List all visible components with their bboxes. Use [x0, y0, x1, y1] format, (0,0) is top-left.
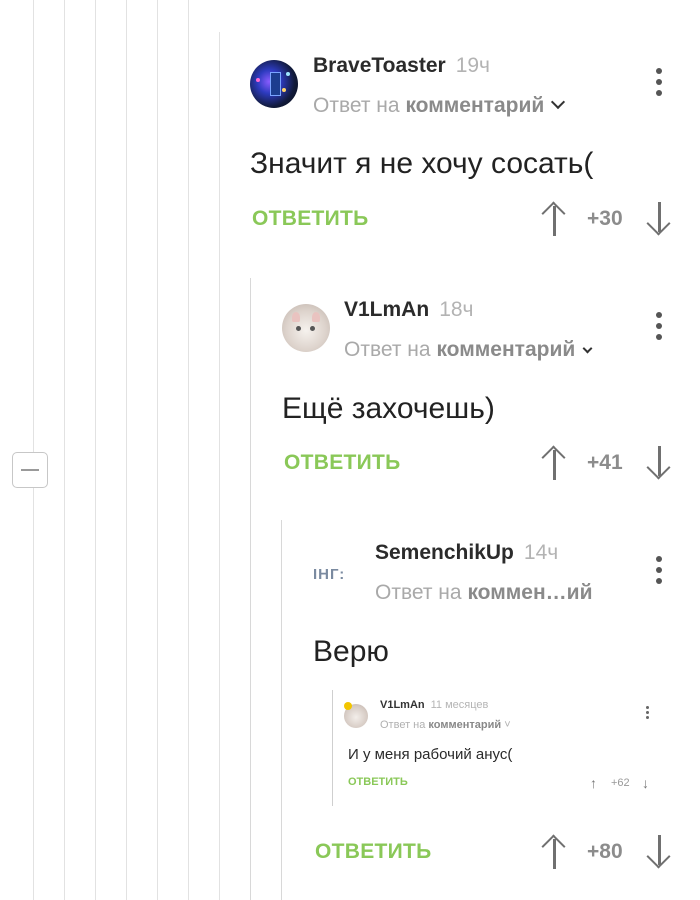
thread-line — [332, 690, 333, 806]
comment-score: +62 — [611, 777, 630, 789]
username: V1LmAn — [380, 699, 425, 711]
more-options-icon[interactable] — [655, 66, 663, 100]
reply-to-link[interactable]: Ответ на комментарий — [313, 94, 566, 118]
reply-to-link[interactable]: Ответ на коммен…ий — [375, 581, 592, 605]
comment-score: +30 — [587, 207, 623, 230]
thread-line — [281, 520, 282, 900]
chevron-down-icon[interactable] — [582, 343, 593, 354]
embedded-comment-screenshot: V1LmAn 11 месяцев Ответ на комментарий ˅ … — [332, 688, 672, 808]
comment-author[interactable]: SemenchikUp 14ч — [375, 541, 558, 565]
upvote-arrow-icon[interactable] — [542, 202, 566, 236]
upvote-arrow-icon[interactable] — [542, 835, 566, 869]
username[interactable]: SemenchikUp — [375, 541, 514, 564]
reply-to-link[interactable]: Ответ на комментарий — [344, 338, 593, 362]
comment-time: 18ч — [439, 298, 474, 321]
chevron-down-icon[interactable] — [551, 94, 566, 110]
reply-prefix: Ответ на — [375, 581, 462, 604]
comment-text: И у меня рабочий анус( — [348, 746, 513, 763]
thread-line — [250, 278, 251, 900]
thread-line — [188, 0, 189, 900]
username[interactable]: V1LmAn — [344, 298, 429, 321]
reply-target[interactable]: коммен…ий — [467, 581, 592, 604]
reply-prefix: Ответ на — [313, 94, 400, 117]
downvote-arrow-icon: ↓ — [642, 775, 649, 791]
collapse-thread-button[interactable] — [12, 452, 48, 488]
comment-time: 14ч — [523, 541, 559, 564]
reply-button[interactable]: ОТВЕТИТЬ — [252, 207, 369, 231]
reply-target[interactable]: комментарий — [436, 338, 575, 361]
tardis-avatar[interactable] — [250, 60, 298, 108]
comment-time: 19ч — [455, 54, 490, 77]
reply-to-link: Ответ на комментарий ˅ — [380, 719, 511, 731]
comment-text: Ещё захочешь) — [282, 392, 495, 425]
downvote-arrow-icon[interactable] — [647, 446, 671, 480]
embedded-author: V1LmAn 11 месяцев — [380, 699, 488, 711]
downvote-arrow-icon[interactable] — [647, 835, 671, 869]
more-options-icon — [646, 706, 650, 722]
reply-target: комментарий — [428, 719, 502, 731]
comment-text: Верю — [313, 635, 389, 668]
thread-line — [219, 32, 220, 900]
thread-line — [126, 0, 127, 900]
reply-prefix: Ответ на — [344, 338, 431, 361]
downvote-arrow-icon[interactable] — [647, 202, 671, 236]
username[interactable]: BraveToaster — [313, 54, 446, 77]
avatar[interactable]: ІНГ: — [313, 566, 369, 588]
comment-score: +41 — [587, 451, 623, 474]
thread-line — [95, 0, 96, 900]
reply-target[interactable]: комментарий — [405, 94, 544, 117]
reply-prefix: Ответ на — [380, 719, 426, 731]
reply-button[interactable]: ОТВЕТИТЬ — [315, 840, 432, 864]
comment-author[interactable]: V1LmAn 18ч — [344, 298, 474, 322]
comment-time: 11 месяцев — [430, 699, 489, 711]
more-options-icon[interactable] — [655, 310, 663, 344]
badge-icon — [344, 702, 352, 710]
more-options-icon[interactable] — [655, 554, 663, 588]
thread-line — [33, 0, 34, 900]
chevron-down-icon: ˅ — [504, 719, 511, 731]
upvote-arrow-icon: ↑ — [590, 775, 597, 791]
thread-line — [157, 0, 158, 900]
reply-button: ОТВЕТИТЬ — [348, 776, 408, 788]
thread-line — [64, 0, 65, 900]
upvote-arrow-icon[interactable] — [542, 446, 566, 480]
comment-author[interactable]: BraveToaster 19ч — [313, 54, 490, 78]
cat-avatar[interactable] — [282, 304, 330, 352]
reply-button[interactable]: ОТВЕТИТЬ — [284, 451, 401, 475]
comment-text: Значит я не хочу сосать( — [250, 147, 594, 180]
comment-score: +80 — [587, 840, 623, 863]
